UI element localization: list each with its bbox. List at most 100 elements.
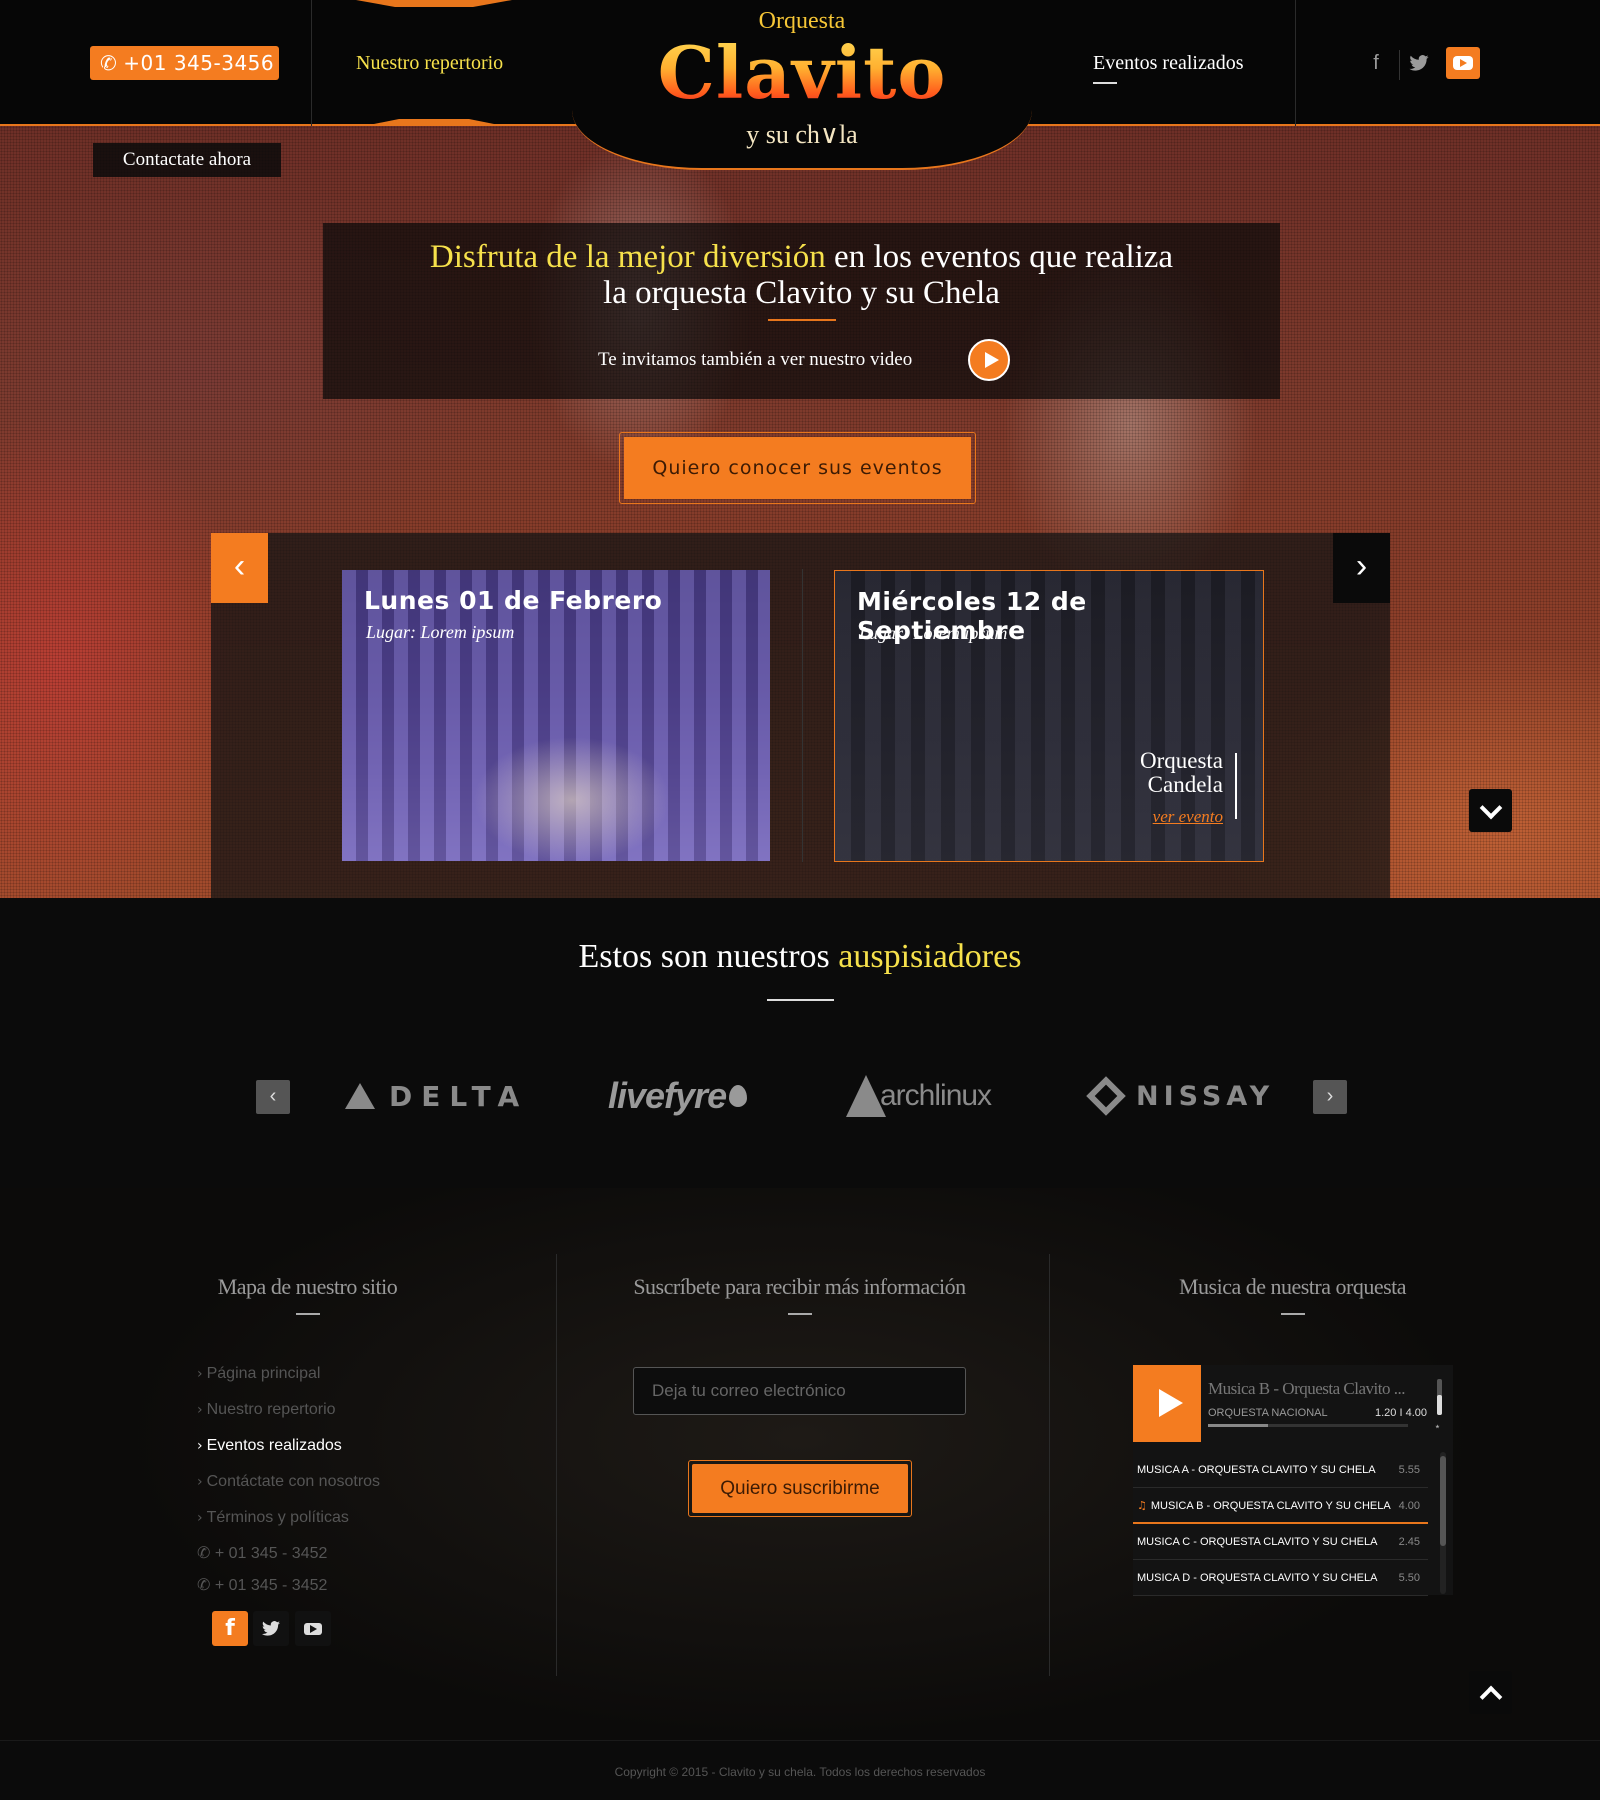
track-title: MUSICA A - ORQUESTA CLAVITO Y SU CHELA [1137,1464,1376,1476]
player-time: 1.20 I 4.00 [1375,1407,1427,1419]
signal-icon: ⋆ [1434,1421,1441,1433]
track-list-scrollbar[interactable] [1440,1452,1446,1594]
nav-active-tab-bottom [364,119,504,126]
sponsor-logo-livefyre[interactable]: livefyre [608,1066,748,1126]
phone-number: +01 345-3456 [123,51,275,75]
track-item[interactable]: MUSICA D - ORQUESTA CLAVITO Y SU CHELA 5.… [1133,1560,1428,1596]
nav-active-tab-top [356,0,512,7]
music-title: Musica de nuestra orquesta [1178,1274,1407,1299]
twitter-icon[interactable] [253,1611,289,1646]
sitemap-item-terminos[interactable]: › Términos y políticas [197,1508,380,1544]
carousel-next-button[interactable]: › [1333,533,1390,603]
event-band-line2: Candela [1147,772,1223,797]
phone-button[interactable]: ✆ +01 345-3456 [90,46,279,80]
sponsor-name: NISSAY [1136,1080,1275,1112]
event-card-active[interactable]: Miércoles 12 de Septiembre Lugar: Lorem … [834,570,1264,862]
email-input[interactable] [633,1367,966,1415]
sponsor-logo-nissay[interactable]: NISSAY [1086,1066,1275,1126]
promo-headline: Disfruta de la mejor diversión en los ev… [323,239,1280,275]
facebook-icon[interactable]: f [212,1611,248,1646]
sitemap-list: › Página principal › Nuestro repertorio › E… [197,1364,380,1608]
promo-video-text: Te invitamos también a ver nuestro video [598,349,913,370]
event-place: Lugar: Lorem ipsum [859,623,1008,643]
track-title: MUSICA D - ORQUESTA CLAVITO Y SU CHELA [1137,1572,1378,1584]
music-player: Musica B - Orquesta Clavito ... ORQUESTA… [1133,1365,1453,1596]
track-duration: 5.55 [1398,1464,1420,1476]
facebook-icon[interactable]: f [1361,48,1391,78]
sponsor-name: livefyre [608,1075,727,1116]
sitemap-item-label: Nuestro repertorio [206,1401,336,1418]
header-divider [311,0,312,126]
sponsor-logo-delta[interactable]: DELTA [345,1066,528,1126]
social-separator [1399,50,1400,80]
twitter-icon[interactable] [1404,48,1434,78]
track-item[interactable]: MUSICA C - ORQUESTA CLAVITO Y SU CHELA 2.… [1133,1524,1428,1560]
sponsors-section: Estos son nuestros auspisiadores ‹ DELTA… [0,898,1600,1188]
flame-icon [729,1085,748,1107]
event-band-name: Orquesta Candela [1140,749,1223,797]
header-divider [1295,0,1296,126]
nav-eventos-link[interactable]: Eventos realizados [1093,52,1244,84]
events-cta-button[interactable]: Quiero conocer sus eventos [624,437,971,499]
event-accent-bar [1235,753,1237,819]
footer-column-divider [1049,1254,1050,1676]
sitemap-item-contacto[interactable]: › Contáctate con nosotros [197,1472,380,1508]
subscribe-frame: Quiero suscribirme [688,1460,912,1517]
chevron-right-icon: › [197,1366,203,1382]
event-band-line1: Orquesta [1139,748,1223,773]
sponsors-prev-button[interactable]: ‹ [256,1080,290,1114]
sitemap-item-home[interactable]: › Página principal [197,1364,380,1400]
sponsors-title-highlight: auspisiadores [838,938,1022,975]
scroll-down-button[interactable] [1469,789,1512,832]
delta-icon [345,1083,375,1109]
event-divider [802,569,803,862]
player-volume-slider[interactable] [1437,1379,1442,1415]
subscribe-button[interactable]: Quiero suscribirme [692,1464,908,1513]
promo-headline-line2: la orquesta Clavito y su Chela [603,275,1000,311]
sitemap-item-eventos[interactable]: › Eventos realizados [197,1436,380,1472]
player-artist: ORQUESTA NACIONAL [1208,1407,1328,1419]
track-duration: 4.00 [1398,1500,1420,1512]
music-note-icon: ♫ [1137,1499,1147,1512]
logo-main-text: Clavito [572,30,1032,115]
sponsor-logo-archlinux[interactable]: archlinux [846,1066,992,1126]
player-progress-bar[interactable] [1208,1424,1408,1427]
player-play-button[interactable] [1133,1365,1201,1442]
promo-headline-highlight: Disfruta de la mejor diversión [429,239,826,275]
carousel-prev-button[interactable]: ‹ [211,533,268,603]
phone-icon: ✆ [197,1545,211,1562]
sponsors-next-button[interactable]: › [1313,1080,1347,1114]
scrollbar-thumb[interactable] [1440,1456,1446,1546]
footer-column-divider [556,1254,557,1676]
player-progress-fill [1208,1424,1268,1427]
scroll-top-button[interactable] [1469,1671,1512,1714]
sponsors-title-plain: Estos son nuestros [578,938,839,975]
subscribe-separator [788,1313,812,1315]
play-video-button[interactable] [968,339,1010,381]
nav-repertorio-link[interactable]: Nuestro repertorio [356,52,503,75]
sponsor-name: archlinux [880,1079,992,1112]
music-separator [1281,1313,1305,1315]
chevron-right-icon: › [197,1510,203,1526]
view-event-link[interactable]: ver evento [1153,807,1223,827]
event-card[interactable]: Lunes 01 de Febrero Lugar: Lorem ipsum [342,570,770,861]
copyright-text: Copyright © 2015 - Clavito y su chela. T… [614,1765,986,1779]
track-title: MUSICA C - ORQUESTA CLAVITO Y SU CHELA [1137,1536,1378,1548]
track-list: MUSICA A - ORQUESTA CLAVITO Y SU CHELA 5.… [1133,1452,1428,1596]
track-item-active[interactable]: ♫ MUSICA B - ORQUESTA CLAVITO Y SU CHELA 4… [1133,1488,1428,1524]
logo[interactable]: Orquesta Clavito y su ch∨la [572,0,1032,170]
chevron-right-icon: › [197,1474,203,1490]
copyright-bar: Copyright © 2015 - Clavito y su chela. T… [0,1740,1600,1800]
track-item[interactable]: MUSICA A - ORQUESTA CLAVITO Y SU CHELA 5.… [1133,1452,1428,1488]
cta-frame: Quiero conocer sus eventos [619,432,976,504]
sitemap-item-label: Eventos realizados [206,1437,342,1454]
sitemap-separator [296,1313,320,1315]
sitemap-item-label: Página principal [206,1365,321,1382]
contact-now-button[interactable]: Contactate ahora [93,143,281,177]
sitemap-title: Mapa de nuestro sitio [217,1274,398,1299]
sponsors-separator [767,999,834,1001]
youtube-icon[interactable] [1446,47,1480,79]
track-title: MUSICA B - ORQUESTA CLAVITO Y SU CHELA [1150,1500,1391,1512]
youtube-icon[interactable] [295,1611,331,1646]
sitemap-item-repertorio[interactable]: › Nuestro repertorio [197,1400,380,1436]
